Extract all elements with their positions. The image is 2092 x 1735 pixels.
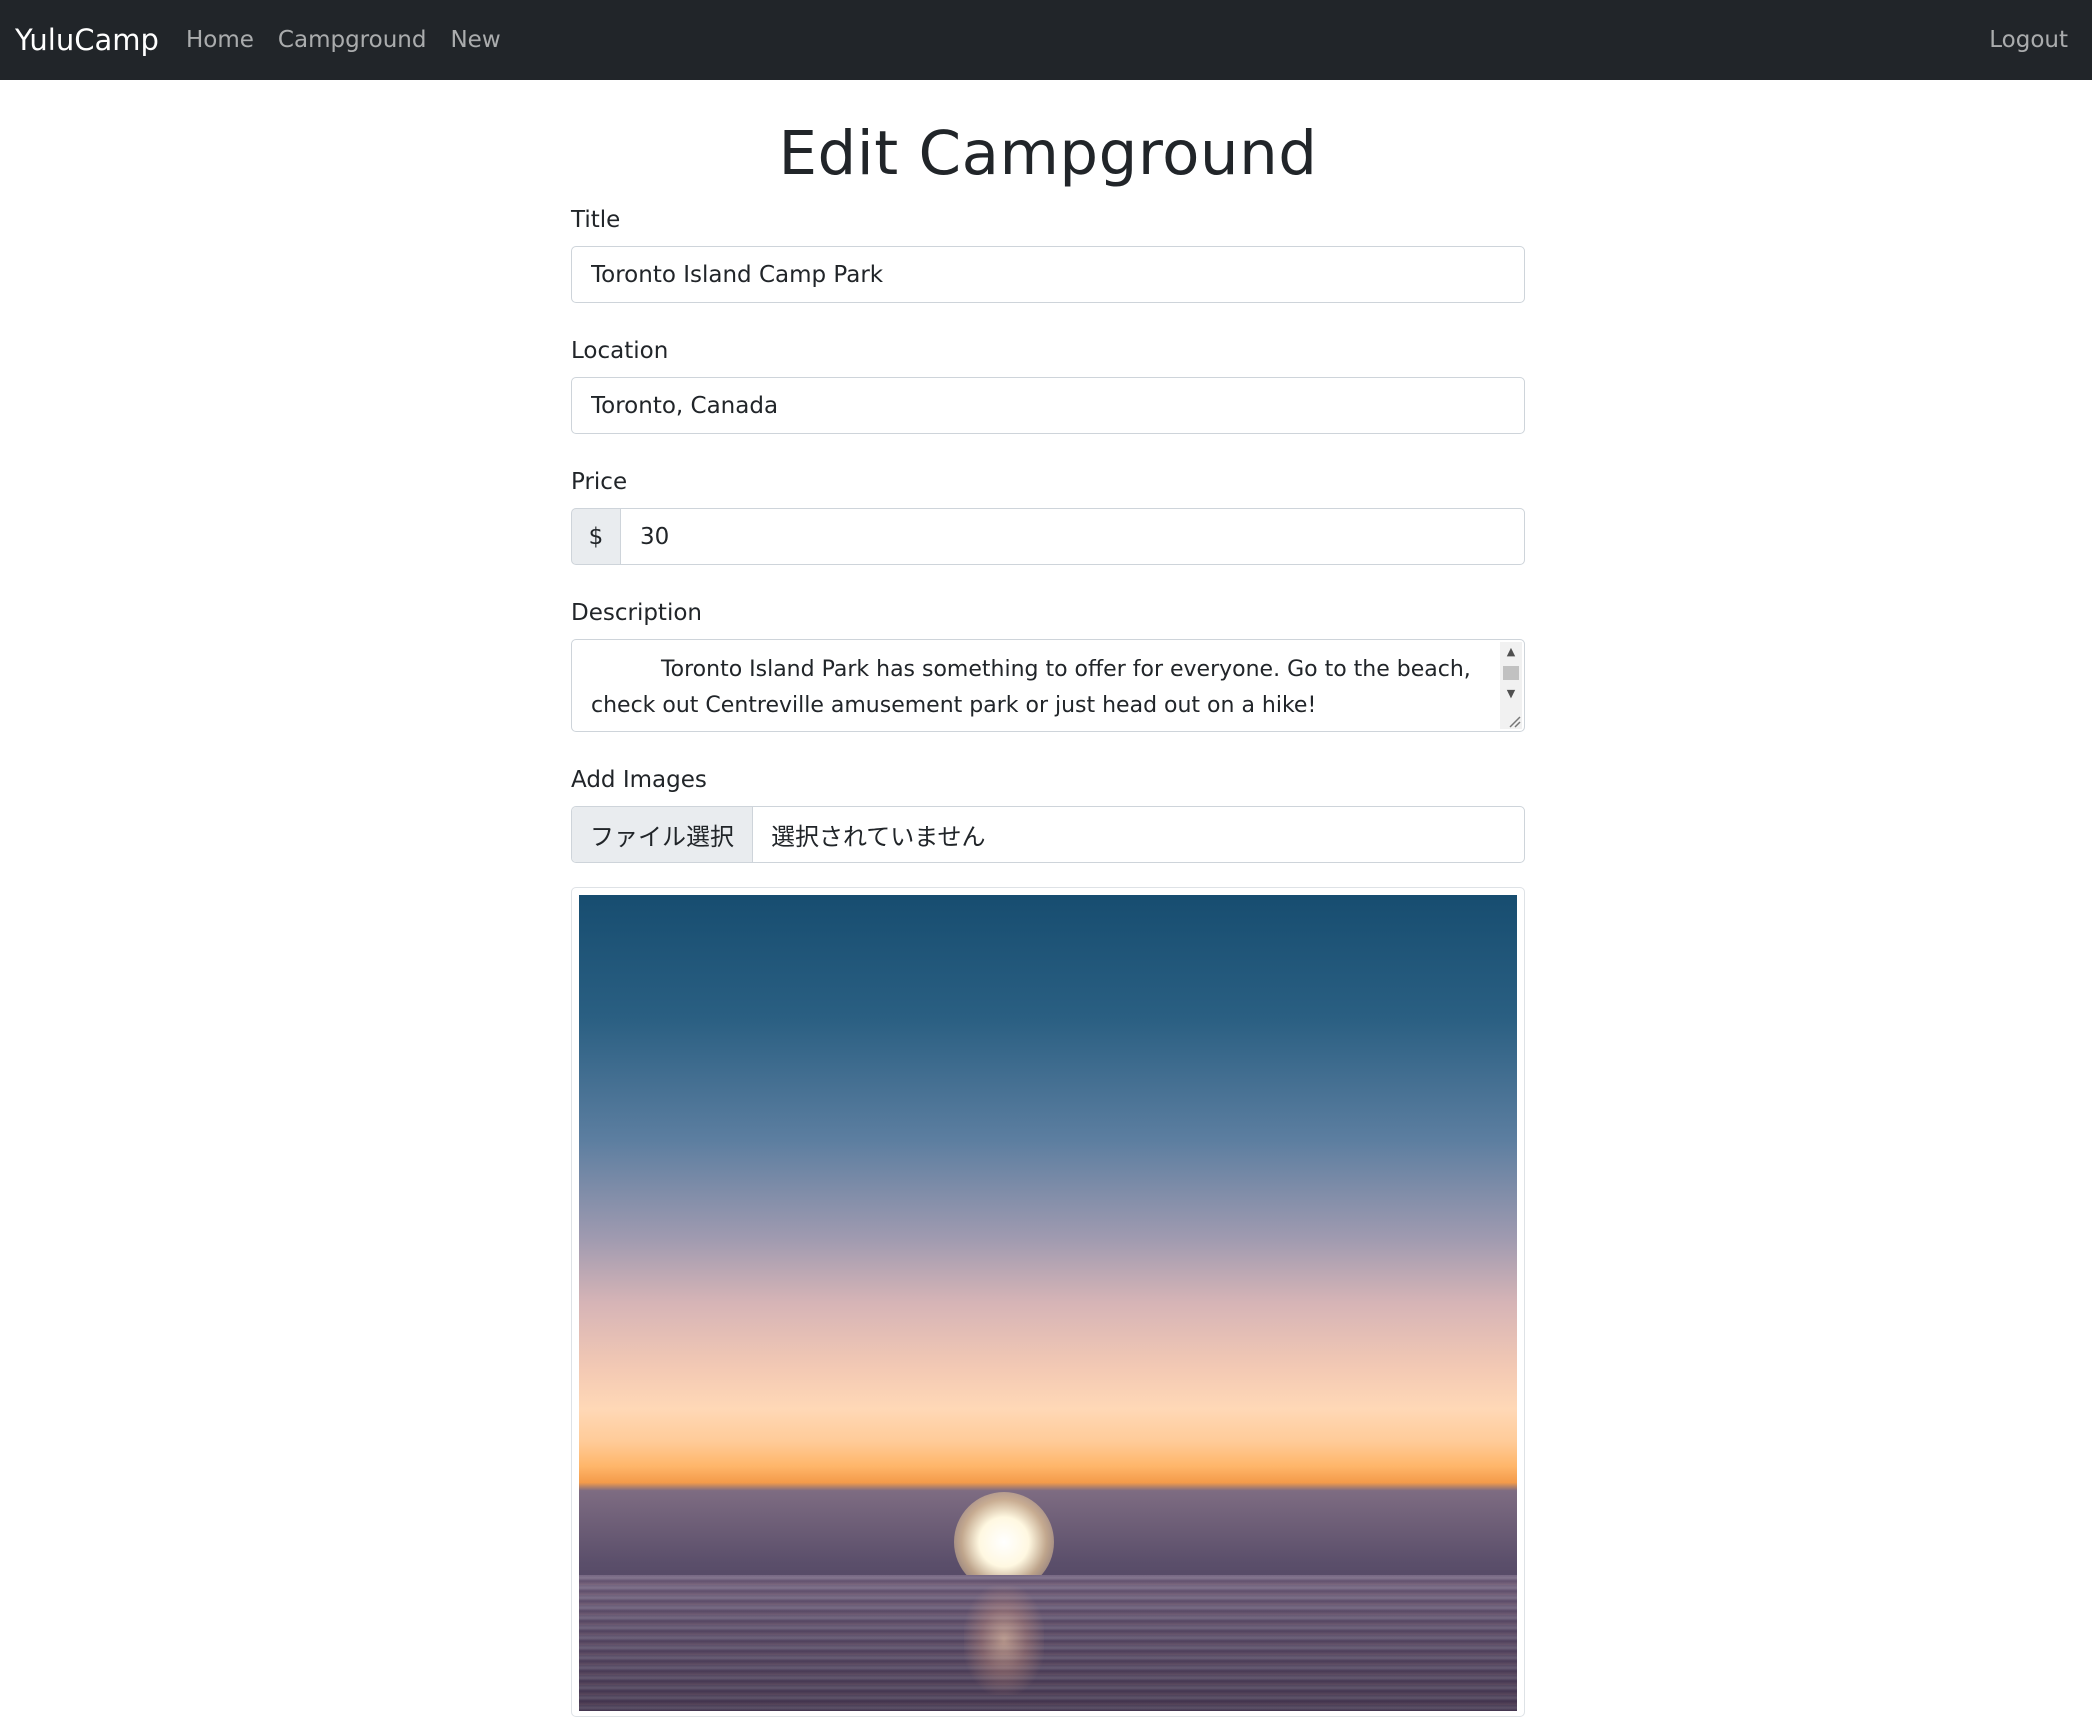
description-label: Description	[571, 600, 702, 626]
brand-link[interactable]: YuluCamp	[15, 0, 159, 80]
location-field: Location	[571, 335, 1525, 434]
scrollbar-thumb[interactable]	[1503, 666, 1519, 680]
title-label: Title	[571, 207, 621, 233]
edit-form-container: Edit Campground Title Location Price $ D…	[571, 80, 1525, 1717]
location-input[interactable]	[571, 377, 1525, 434]
price-field: Price $	[571, 466, 1525, 565]
title-field: Title	[571, 204, 1525, 303]
description-field: Description Toronto Island Park has some…	[571, 597, 1525, 732]
scroll-up-arrow-icon[interactable]: ▲	[1500, 642, 1522, 660]
campground-image-card	[571, 887, 1525, 1717]
logout-link[interactable]: Logout	[1989, 0, 2068, 80]
page-title: Edit Campground	[778, 118, 1318, 189]
sunset-over-sea-image	[579, 895, 1517, 1711]
file-input[interactable]: ファイル選択 選択されていません	[571, 806, 1525, 863]
price-label: Price	[571, 469, 628, 495]
choose-file-button[interactable]: ファイル選択	[572, 807, 753, 862]
nav-link-new[interactable]: New	[450, 27, 500, 53]
resize-handle-icon[interactable]	[1504, 711, 1522, 729]
description-text[interactable]: Toronto Island Park has something to off…	[591, 652, 1471, 724]
file-status-text: 選択されていません	[771, 823, 986, 851]
nav-link-home[interactable]: Home	[186, 27, 254, 53]
images-label: Add Images	[571, 767, 707, 793]
nav-link-campground[interactable]: Campground	[278, 27, 427, 53]
images-field: Add Images ファイル選択 選択されていません	[571, 764, 1525, 863]
nav-links: Home Campground New	[186, 0, 525, 80]
title-input[interactable]	[571, 246, 1525, 303]
sun-reflection	[964, 1585, 1044, 1695]
location-label: Location	[571, 338, 669, 364]
price-input[interactable]	[621, 508, 1525, 565]
currency-prefix: $	[571, 508, 621, 565]
description-textarea[interactable]: Toronto Island Park has something to off…	[571, 639, 1525, 732]
scroll-down-arrow-icon[interactable]: ▼	[1500, 684, 1522, 702]
price-input-group: $	[571, 508, 1525, 565]
sea-waves	[579, 1575, 1517, 1711]
